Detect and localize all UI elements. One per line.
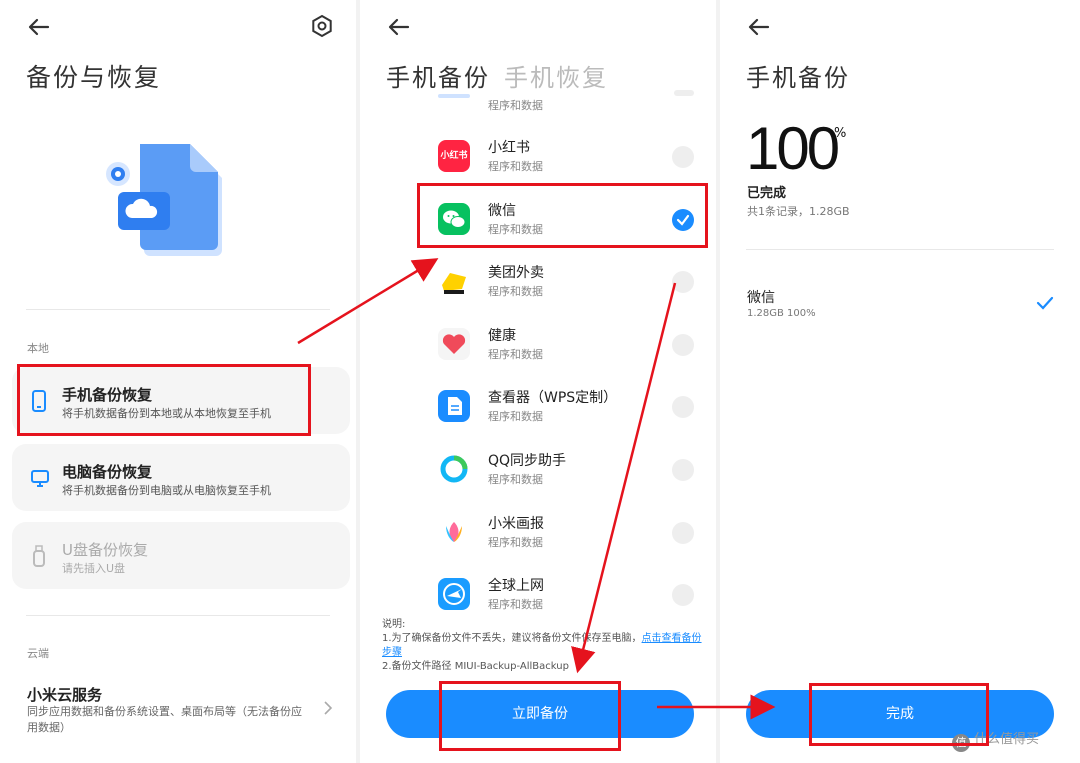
app-subtitle: 程序和数据 (488, 536, 543, 549)
back-arrow-icon[interactable] (26, 14, 52, 40)
app-subtitle: 程序和数据 (488, 285, 543, 298)
checkmark-icon (1034, 294, 1056, 312)
app-name: 健康 (488, 328, 516, 344)
gear-icon[interactable] (310, 14, 334, 38)
xiaohongshu-icon: 小红书 (438, 140, 470, 172)
card-subtitle: 请先插入U盘 (62, 562, 126, 575)
app-name: QQ同步助手 (488, 453, 567, 469)
pc-backup-restore-card[interactable]: 电脑备份恢复 将手机数据备份到电脑或从电脑恢复至手机 (12, 444, 350, 511)
divider (26, 309, 330, 310)
app-subtitle: 程序和数据 (488, 160, 543, 173)
page-title: 备份与恢复 (26, 63, 162, 92)
list-item[interactable]: 健康 程序和数据 (360, 318, 716, 380)
app-subtitle: 程序和数据 (488, 473, 543, 486)
back-arrow-icon[interactable] (386, 14, 412, 40)
backup-complete-screen: 手机备份 100 % 已完成 共1条记录，1.28GB 微信 1.28GB 10… (720, 0, 1080, 763)
status-text: 已完成 (747, 186, 787, 201)
annotation-box (439, 681, 621, 751)
section-label-cloud: 云端 (27, 647, 49, 660)
card-title: U盘备份恢复 (62, 541, 148, 559)
app-checkbox[interactable] (674, 90, 694, 96)
progress-percent: 100 (746, 115, 840, 182)
app-checkbox[interactable] (672, 584, 694, 606)
list-item[interactable]: 美团外卖 程序和数据 (360, 255, 716, 317)
back-arrow-icon[interactable] (746, 14, 772, 40)
app-name: 美团外卖 (488, 265, 544, 281)
list-item[interactable]: 小米画报 程序和数据 (360, 506, 716, 568)
global-internet-icon (438, 578, 470, 610)
section-label-local: 本地 (27, 342, 49, 355)
mi-cloud-subtitle: 同步应用数据和备份系统设置、桌面布局等（无法备份应用数据） (27, 705, 302, 734)
note-line: 1.为了确保备份文件不丢失，建议将备份文件保存至电脑，点击查看备份步骤 (382, 632, 702, 660)
app-subtitle: 程序和数据 (488, 99, 543, 112)
app-name: 查看器（WPS定制） (488, 390, 618, 406)
app-checkbox[interactable] (672, 522, 694, 544)
app-icon-partial (438, 94, 470, 98)
note-line-2: 2.备份文件路径 MIUI-Backup-AllBackup (382, 661, 569, 672)
list-item-partial: 程序和数据 (360, 82, 716, 112)
backup-note: 说明: 1.为了确保备份文件不丢失，建议将备份文件保存至电脑，点击查看备份步骤 … (382, 618, 702, 674)
app-subtitle: 程序和数据 (488, 598, 543, 611)
note-line-1: 1.为了确保备份文件不丢失，建议将备份文件保存至电脑， (382, 633, 642, 644)
qq-sync-icon (438, 453, 470, 485)
summary-text: 共1条记录，1.28GB (747, 205, 850, 218)
percent-sign: % (834, 126, 847, 141)
app-subtitle: 程序和数据 (488, 410, 543, 423)
result-app-detail: 1.28GB 100% (747, 308, 816, 319)
health-icon (438, 328, 470, 360)
note-title: 说明: (382, 619, 406, 630)
mi-cloud-title[interactable]: 小米云服务 (27, 684, 102, 705)
mi-pictorial-icon (438, 516, 470, 548)
app-name: 小米画报 (488, 516, 544, 532)
app-checkbox[interactable] (672, 271, 694, 293)
list-item[interactable]: QQ同步助手 程序和数据 (360, 443, 716, 505)
backup-illustration-icon (100, 140, 230, 260)
annotation-box (17, 364, 311, 436)
card-subtitle: 将手机数据备份到电脑或从电脑恢复至手机 (62, 484, 271, 497)
card-title: 电脑备份恢复 (62, 463, 153, 481)
result-app-name: 微信 (747, 290, 775, 306)
meituan-icon (438, 265, 470, 297)
phone-backup-screen: 手机备份 手机恢复 程序和数据 小红书 小红书 程序和数据 微信 程序和数据 美团… (360, 0, 716, 763)
app-subtitle: 程序和数据 (488, 348, 543, 361)
app-checkbox[interactable] (672, 146, 694, 168)
divider (26, 615, 330, 616)
app-checkbox[interactable] (672, 334, 694, 356)
app-checkbox[interactable] (672, 459, 694, 481)
monitor-icon (30, 466, 50, 490)
app-checkbox[interactable] (672, 396, 694, 418)
annotation-box (417, 183, 708, 248)
divider (746, 249, 1054, 250)
chevron-right-icon[interactable] (322, 700, 334, 716)
app-name: 全球上网 (488, 578, 544, 594)
app-name: 小红书 (488, 140, 530, 156)
usb-backup-restore-card[interactable]: U盘备份恢复 请先插入U盘 (12, 522, 350, 589)
annotation-box (809, 683, 989, 746)
page-title: 手机备份 (746, 64, 850, 92)
usb-icon (30, 544, 48, 568)
wps-viewer-icon (438, 390, 470, 422)
list-item[interactable]: 查看器（WPS定制） 程序和数据 (360, 380, 716, 442)
